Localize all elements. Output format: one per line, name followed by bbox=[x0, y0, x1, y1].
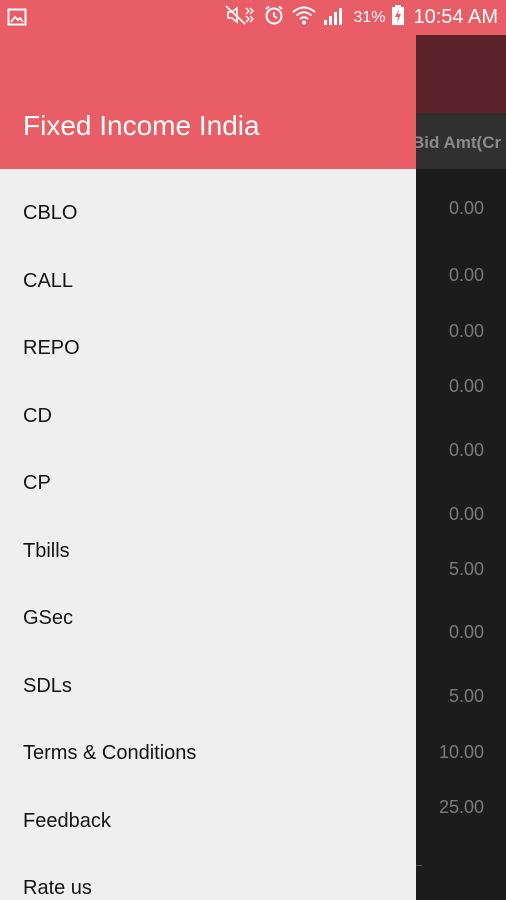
battery-charging-icon bbox=[391, 4, 405, 32]
table-cell-value: 10.00 bbox=[438, 742, 484, 762]
menu-item-gsec[interactable]: GSec bbox=[0, 585, 416, 652]
table-cell-value: 0.00 bbox=[448, 504, 484, 524]
menu-item-sdls[interactable]: SDLs bbox=[0, 653, 416, 720]
screen: 31% 10:54 AM Bid Amt(Cr 0.00 0.00 0.00 0… bbox=[0, 0, 506, 900]
column-header-bid-amt: Bid Amt(Cr bbox=[412, 133, 502, 152]
navigation-drawer: Fixed Income India CBLO CALL REPO CD CP … bbox=[0, 0, 416, 900]
menu-item-cd[interactable]: CD bbox=[0, 383, 416, 450]
menu-item-repo[interactable]: REPO bbox=[0, 315, 416, 382]
menu-item-cp[interactable]: CP bbox=[0, 450, 416, 517]
battery-percent: 31% bbox=[353, 8, 386, 26]
table-cell-value: 0.00 bbox=[448, 198, 484, 218]
table-cell-value: 5.00 bbox=[448, 686, 484, 706]
drawer-title: Fixed Income India bbox=[23, 110, 260, 141]
clock: 10:54 AM bbox=[413, 6, 498, 28]
menu-item-terms-conditions[interactable]: Terms & Conditions bbox=[0, 720, 416, 787]
signal-icon bbox=[323, 4, 347, 32]
table-cell-value: 0.00 bbox=[448, 440, 484, 460]
table-cell-value: 0.00 bbox=[448, 622, 484, 642]
menu-item-call[interactable]: CALL bbox=[0, 248, 416, 315]
menu-item-tbills[interactable]: Tbills bbox=[0, 518, 416, 585]
status-bar: 31% 10:54 AM bbox=[0, 0, 506, 35]
table-cell-value: 5.00 bbox=[448, 559, 484, 579]
table-cell-value: 0.00 bbox=[448, 321, 484, 341]
menu-item-feedback[interactable]: Feedback bbox=[0, 788, 416, 855]
menu-item-rate-us[interactable]: Rate us bbox=[0, 855, 416, 900]
table-cell-value: 0.00 bbox=[448, 265, 484, 285]
table-cell-value: 25.00 bbox=[438, 797, 484, 817]
table-cell-value: 0.00 bbox=[448, 376, 484, 396]
wifi-icon bbox=[291, 4, 317, 32]
mute-icon bbox=[225, 4, 257, 32]
alarm-icon bbox=[263, 4, 285, 32]
menu-item-cblo[interactable]: CBLO bbox=[0, 180, 416, 247]
status-icons: 31% 10:54 AM bbox=[225, 0, 498, 35]
gallery-notification-icon bbox=[7, 7, 27, 27]
